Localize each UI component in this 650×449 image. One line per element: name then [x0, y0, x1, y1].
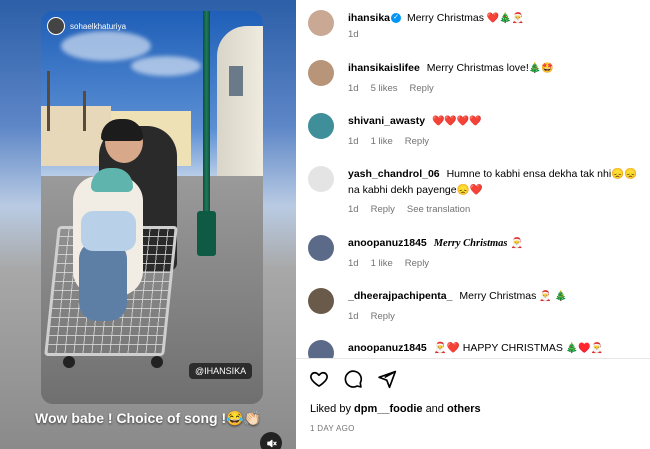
comment-item: anoopanuz1845 🎅❤️ HAPPY CHRISTMAS 🎄♥️🎅: [308, 340, 648, 358]
liked-by-and: and: [425, 403, 444, 415]
divider: [296, 358, 650, 359]
comment-username[interactable]: yash_chandrol_06: [348, 168, 440, 180]
blanket: [81, 211, 136, 251]
see-translation-link[interactable]: See translation: [407, 204, 470, 215]
story-username[interactable]: sohaelkhaturiya: [70, 22, 126, 31]
action-bar: [308, 368, 398, 390]
comment-username[interactable]: ihansika: [348, 12, 390, 24]
comment-text-row: shivani_awasty ❤️❤️❤️❤️: [348, 113, 648, 130]
comment-icon[interactable]: [342, 368, 364, 390]
cloud: [61, 31, 151, 61]
avatar[interactable]: [308, 10, 334, 36]
comment-emoji: 🎄♥️🎅: [565, 343, 604, 354]
comment-username[interactable]: _dheerajpachipenta_: [348, 290, 452, 302]
comment-emoji: 🎄🤩: [528, 63, 554, 74]
comment-time: 1d: [348, 136, 359, 147]
comment-meta: 1d 1 like Reply: [348, 258, 648, 269]
liked-by-user[interactable]: dpm__foodie: [354, 403, 422, 415]
comment-username[interactable]: anoopanuz1845: [348, 342, 427, 354]
jeans: [79, 241, 127, 321]
comments-list[interactable]: ihansika ✓ Merry Christmas ❤️🎄🎅 1d ihansi…: [296, 0, 650, 358]
comment-text-row: _dheerajpachipenta_ Merry Christmas 🎅 🎄: [348, 288, 648, 305]
comment-time: 1d: [348, 29, 359, 40]
comment-item: ihansikaislifee Merry Christmas love!🎄🤩 …: [308, 60, 648, 94]
mute-icon[interactable]: [260, 432, 282, 449]
comment-item: yash_chandrol_06 Humne to kabhi ensa dek…: [308, 166, 638, 215]
avatar[interactable]: [308, 340, 334, 358]
teal-hat: [91, 168, 133, 192]
comment-text-row: ihansikaislifee Merry Christmas love!🎄🤩: [348, 60, 648, 77]
comment-item: shivani_awasty ❤️❤️❤️❤️ 1d 1 like Reply: [308, 113, 648, 147]
mention-tag[interactable]: @IHANSIKA: [189, 363, 253, 379]
comment-meta: 1d: [348, 29, 648, 40]
comment-time: 1d: [348, 311, 359, 322]
avatar[interactable]: [308, 113, 334, 139]
story-avatar[interactable]: [47, 17, 65, 35]
building-window: [229, 66, 243, 96]
share-icon[interactable]: [376, 368, 398, 390]
comment-time: 1d: [348, 258, 359, 269]
comment-meta: 1d Reply See translation: [348, 204, 638, 215]
comment-meta: 1d Reply: [348, 311, 648, 322]
comment-text-row: anoopanuz1845 🎅❤️ HAPPY CHRISTMAS 🎄♥️🎅: [348, 340, 648, 357]
liked-by-prefix: Liked by: [310, 403, 351, 415]
comment-text: 🎅❤️ HAPPY CHRISTMAS: [433, 342, 563, 354]
reply-button[interactable]: Reply: [371, 311, 395, 322]
cart-wheel: [151, 356, 163, 368]
comment-text: Merry Christmas: [406, 12, 484, 24]
comment-text: Merry Christmas: [433, 238, 508, 249]
comment-time: 1d: [348, 204, 359, 215]
tree-trunk: [83, 91, 86, 131]
reply-button[interactable]: Reply: [410, 83, 434, 94]
comment-emoji: 🎅 🎄: [539, 291, 568, 302]
liked-by: Liked by dpm__foodie and others: [310, 403, 481, 415]
lamp-pole-base: [197, 211, 216, 256]
liked-by-others[interactable]: others: [447, 403, 481, 415]
reply-button[interactable]: Reply: [371, 204, 395, 215]
comment-emoji: ❤️🎄🎅: [486, 13, 525, 24]
reply-button[interactable]: Reply: [405, 258, 429, 269]
story-frame[interactable]: sohaelkhaturiya @IHANSIKA: [41, 11, 263, 404]
comment-text: Merry Christmas: [459, 290, 537, 302]
post-date[interactable]: 1 DAY AGO: [310, 424, 355, 433]
comments-panel: ihansika ✓ Merry Christmas ❤️🎄🎅 1d ihansi…: [296, 0, 650, 449]
post-media[interactable]: sohaelkhaturiya @IHANSIKA Wow babe ! Cho…: [0, 0, 296, 449]
comment-text-row: yash_chandrol_06 Humne to kabhi ensa dek…: [348, 166, 638, 198]
comment-like-count[interactable]: 1 like: [371, 258, 393, 269]
comment-text-row: anoopanuz1845 Merry Christmas 🎅: [348, 235, 648, 252]
comment-like-count[interactable]: 1 like: [371, 136, 393, 147]
comment-emoji: 🎅: [510, 238, 523, 249]
comment-username[interactable]: ihansikaislifee: [348, 62, 420, 74]
comment-meta: 1d 5 likes Reply: [348, 83, 648, 94]
avatar[interactable]: [308, 235, 334, 261]
building: [217, 26, 263, 196]
comment-time: 1d: [348, 83, 359, 94]
comment-emoji: ❤️❤️❤️❤️: [431, 116, 482, 127]
cart-wheel: [63, 356, 75, 368]
comment-item: anoopanuz1845 Merry Christmas 🎅 1d 1 lik…: [308, 235, 648, 269]
avatar[interactable]: [308, 60, 334, 86]
comment-like-count[interactable]: 5 likes: [371, 83, 398, 94]
reply-button[interactable]: Reply: [405, 136, 429, 147]
tree-trunk: [47, 71, 50, 131]
comment-item: _dheerajpachipenta_ Merry Christmas 🎅 🎄 …: [308, 288, 648, 322]
comment-item: ihansika ✓ Merry Christmas ❤️🎄🎅 1d: [308, 10, 648, 40]
verified-badge-icon: ✓: [391, 13, 402, 24]
avatar[interactable]: [308, 166, 334, 192]
cloud: [131, 56, 201, 76]
story-caption: Wow babe ! Choice of song !😂👏🏻: [35, 410, 261, 426]
comment-username[interactable]: anoopanuz1845: [348, 237, 427, 249]
comment-text: Merry Christmas love!: [426, 62, 529, 74]
comment-meta: 1d 1 like Reply: [348, 136, 648, 147]
comment-text-row: ihansika ✓ Merry Christmas ❤️🎄🎅: [348, 10, 648, 27]
story-header: sohaelkhaturiya: [47, 17, 126, 35]
avatar[interactable]: [308, 288, 334, 314]
heart-icon[interactable]: [308, 368, 330, 390]
comment-username[interactable]: shivani_awasty: [348, 115, 425, 127]
